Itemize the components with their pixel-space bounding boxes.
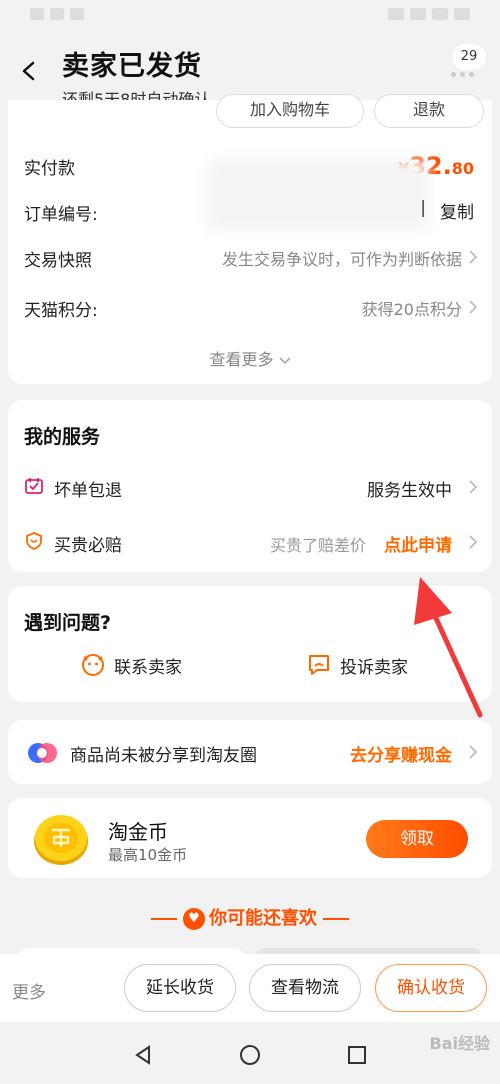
services-title: 我的服务 xyxy=(24,426,101,448)
share-status-text: 商品尚未被分享到淘友圈 xyxy=(70,746,257,766)
service-price-protection-label[interactable]: 买贵必赔 xyxy=(54,531,122,556)
see-more-link[interactable]: 查看更多 xyxy=(8,346,492,370)
order-info-card: 加入购物车 退款 实付款 ¥32.80 订单编号: | 复制 交易快照 发生交易… xyxy=(8,94,492,384)
service-damaged-return-label[interactable]: 坏单包退 xyxy=(54,476,122,501)
chevron-right-icon[interactable] xyxy=(468,479,478,495)
home-circle-icon[interactable] xyxy=(239,1044,261,1066)
shield-heart-icon xyxy=(26,532,42,550)
redacted-order-number xyxy=(208,160,428,230)
tmall-points-value[interactable]: 获得20点积分 xyxy=(362,296,462,320)
confirm-receipt-button[interactable]: 确认收货 xyxy=(375,964,487,1012)
copy-order-number-button[interactable]: 复制 xyxy=(440,198,474,223)
add-to-cart-button[interactable]: 加入购物车 xyxy=(216,94,364,128)
chevron-right-icon[interactable] xyxy=(468,534,478,550)
my-services-card: 我的服务 坏单包退 服务生效中 买贵必赔 买贵了赔差价 点此申请 xyxy=(8,400,492,572)
back-arrow-icon[interactable] xyxy=(18,60,40,82)
refund-button[interactable]: 退款 xyxy=(374,94,484,128)
message-badge[interactable]: 29 xyxy=(452,44,486,70)
taoyou-circle-icon xyxy=(28,743,57,763)
tmall-points-label: 天猫积分: xyxy=(24,301,98,321)
recents-square-icon[interactable] xyxy=(346,1044,368,1066)
status-bar xyxy=(0,0,500,30)
heart-icon: ♥ xyxy=(183,908,205,930)
gold-coin-icon xyxy=(34,815,88,865)
status-left-icons xyxy=(30,8,84,20)
price-protection-hint: 买贵了赔差价 xyxy=(269,536,366,555)
return-box-icon xyxy=(25,478,43,494)
taojinbi-subtitle: 最高10金币 xyxy=(108,846,188,864)
taojinbi-title: 淘金币 xyxy=(108,820,168,844)
snapshot-hint[interactable]: 发生交易争议时，可作为判断依据 xyxy=(222,246,462,270)
complaint-bubble-icon xyxy=(309,655,329,675)
annotation-arrow-icon xyxy=(414,577,483,718)
back-triangle-icon[interactable] xyxy=(132,1044,154,1066)
snapshot-label[interactable]: 交易快照 xyxy=(24,246,92,271)
complain-seller-button[interactable]: 投诉卖家 xyxy=(306,652,408,678)
chevron-down-icon xyxy=(278,356,291,364)
paid-amount-label: 实付款 xyxy=(24,159,75,179)
share-earn-cash-link[interactable]: 去分享赚现金 xyxy=(350,741,452,766)
page-title: 卖家已发货 xyxy=(62,51,202,82)
smiley-chat-icon xyxy=(82,654,104,676)
taojinbi-card: 淘金币 最高10金币 领取 xyxy=(8,798,492,878)
chevron-right-icon[interactable] xyxy=(468,299,478,315)
claim-coins-button[interactable]: 领取 xyxy=(366,820,468,858)
recommend-section-title: ♥ 你可能还喜欢 xyxy=(0,904,500,930)
more-button[interactable]: 更多 xyxy=(12,978,46,1003)
contact-seller-button[interactable]: 联系卖家 xyxy=(80,652,182,678)
system-nav-bar xyxy=(0,1022,500,1084)
chevron-right-icon[interactable] xyxy=(468,744,478,760)
share-card[interactable]: 商品尚未被分享到淘友圈 去分享赚现金 xyxy=(8,720,492,784)
service-active-status[interactable]: 服务生效中 xyxy=(367,476,452,501)
baidu-jingyan-watermark: Bai经验 xyxy=(429,1034,490,1053)
view-logistics-button[interactable]: 查看物流 xyxy=(249,964,361,1012)
status-right-icons xyxy=(388,8,470,20)
apply-price-protection-link[interactable]: 点此申请 xyxy=(384,531,452,556)
extend-receipt-button[interactable]: 延长收货 xyxy=(124,964,236,1012)
chevron-right-icon[interactable] xyxy=(468,249,478,265)
copy-divider: | xyxy=(420,198,426,218)
bottom-action-bar: 更多 延长收货 查看物流 确认收货 xyxy=(0,954,500,1022)
problem-title: 遇到问题? xyxy=(24,612,112,634)
more-dots-icon[interactable] xyxy=(451,72,474,77)
order-number-label: 订单编号: xyxy=(24,205,98,225)
